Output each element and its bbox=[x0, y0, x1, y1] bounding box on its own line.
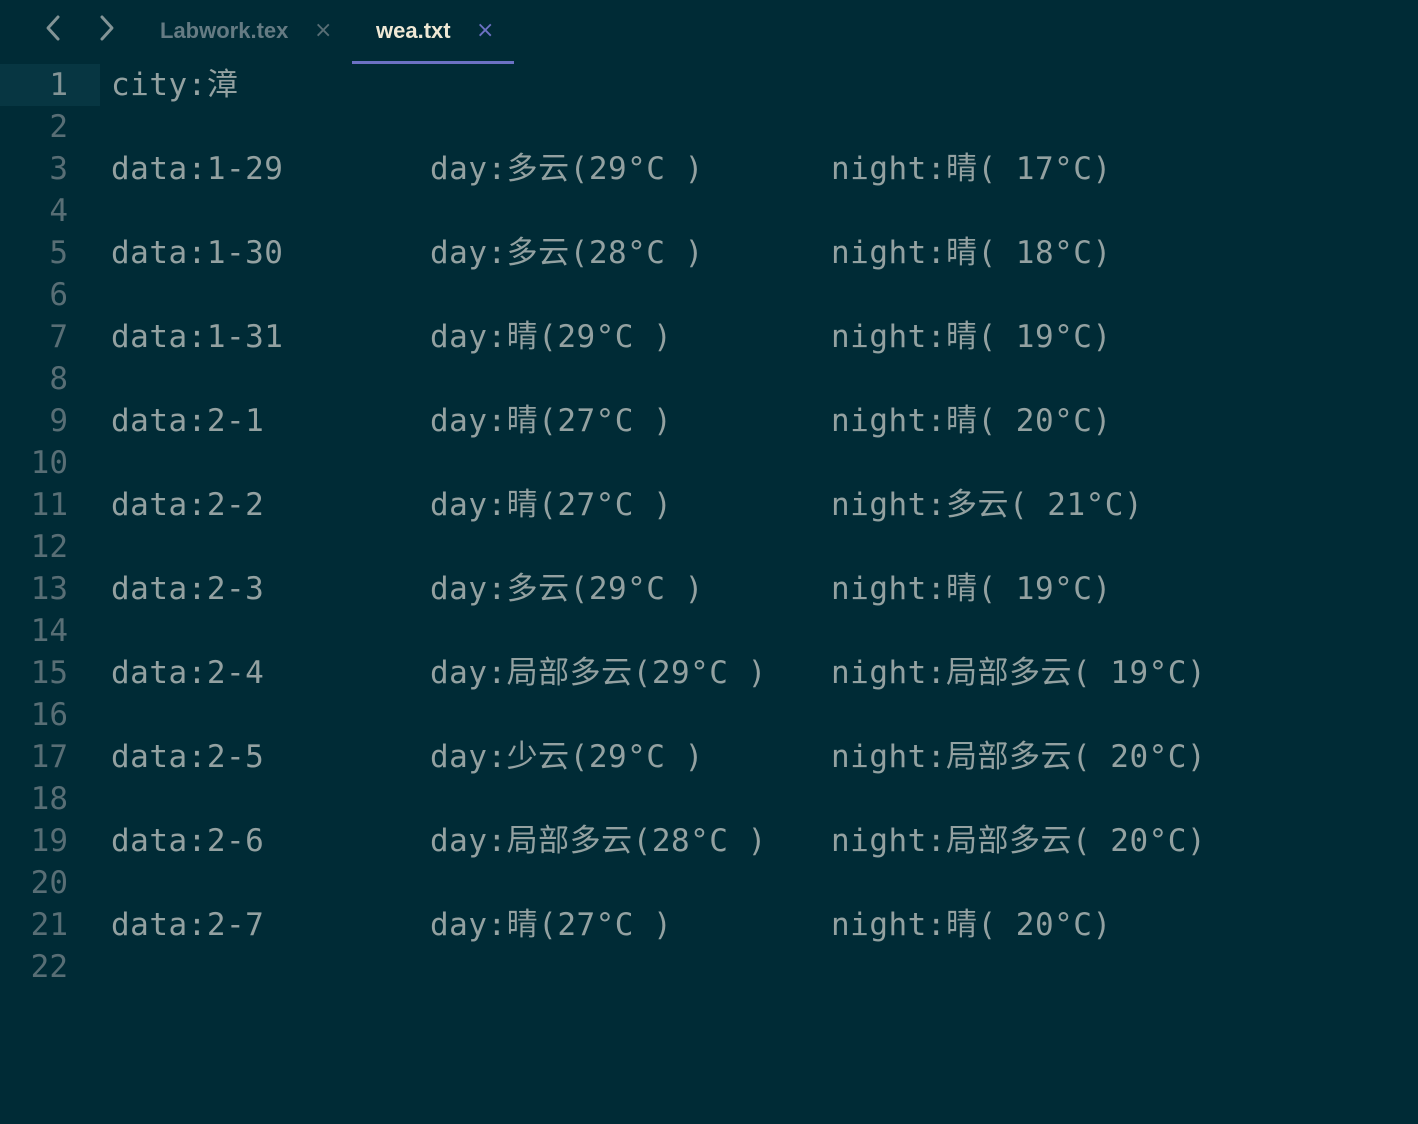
line-number: 22 bbox=[30, 949, 68, 985]
night-weather-text: night:晴( 17°C) bbox=[831, 151, 1112, 187]
day-weather-text: day:晴(27°C ) bbox=[430, 487, 673, 523]
line-number: 8 bbox=[49, 361, 68, 397]
line-number: 6 bbox=[49, 277, 68, 313]
night-weather-text: night:晴( 20°C) bbox=[831, 403, 1112, 439]
day-weather-text: day:晴(27°C ) bbox=[430, 403, 673, 439]
line-number: 13 bbox=[30, 571, 68, 607]
editor-line[interactable]: 13 data:2-3 day:多云(29°C ) night:晴( 19°C) bbox=[0, 568, 1418, 610]
date-text: city:漳 bbox=[111, 67, 239, 103]
day-weather-text: day:多云(29°C ) bbox=[430, 151, 704, 187]
day-weather-text: day:少云(29°C ) bbox=[430, 739, 704, 775]
tab-bar: Labwork.tex × wea.txt × bbox=[0, 0, 1418, 64]
editor-line[interactable]: 12 bbox=[0, 526, 1418, 568]
line-number: 12 bbox=[30, 529, 68, 565]
editor-line[interactable]: 19 data:2-6 day:局部多云(28°C ) night:局部多云( 20°… bbox=[0, 820, 1418, 862]
line-number: 11 bbox=[30, 487, 68, 523]
editor-line[interactable]: 6 bbox=[0, 274, 1418, 316]
line-number: 7 bbox=[49, 319, 68, 355]
night-weather-text: night:局部多云( 19°C) bbox=[831, 655, 1207, 691]
line-number: 1 bbox=[49, 67, 68, 103]
date-text: data:2-3 bbox=[111, 571, 265, 607]
editor-line[interactable]: 20 bbox=[0, 862, 1418, 904]
tab-labwork-tex[interactable]: Labwork.tex × bbox=[148, 0, 344, 64]
editor-line[interactable]: 18 bbox=[0, 778, 1418, 820]
text-editor[interactable]: 1 city:漳 2 3 data:1-29 day:多云(29°C ) night:晴( … bbox=[0, 64, 1418, 1124]
chevron-right-icon[interactable] bbox=[95, 12, 119, 44]
line-number: 10 bbox=[30, 445, 68, 481]
chevron-left-icon[interactable] bbox=[41, 12, 65, 44]
editor-line[interactable]: 1 city:漳 bbox=[0, 64, 1418, 106]
line-number: 5 bbox=[49, 235, 68, 271]
date-text: data:2-5 bbox=[111, 739, 265, 775]
line-number: 19 bbox=[30, 823, 68, 859]
date-text: data:2-6 bbox=[111, 823, 265, 859]
night-weather-text: night:多云( 21°C) bbox=[831, 487, 1144, 523]
editor-line[interactable]: 15 data:2-4 day:局部多云(29°C ) night:局部多云( 19°… bbox=[0, 652, 1418, 694]
date-text: data:2-1 bbox=[111, 403, 265, 439]
night-weather-text: night:局部多云( 20°C) bbox=[831, 823, 1207, 859]
day-weather-text: day:局部多云(28°C ) bbox=[430, 823, 767, 859]
day-weather-text: day:晴(29°C ) bbox=[430, 319, 673, 355]
editor-line[interactable]: 22 bbox=[0, 946, 1418, 988]
tab-wea-txt[interactable]: wea.txt × bbox=[352, 0, 514, 64]
night-weather-text: night:晴( 19°C) bbox=[831, 319, 1112, 355]
editor-line[interactable]: 8 bbox=[0, 358, 1418, 400]
date-text: data:2-2 bbox=[111, 487, 265, 523]
line-number: 2 bbox=[49, 109, 68, 145]
date-text: data:2-7 bbox=[111, 907, 265, 943]
line-number: 18 bbox=[30, 781, 68, 817]
night-weather-text: night:晴( 20°C) bbox=[831, 907, 1112, 943]
date-text: data:2-4 bbox=[111, 655, 265, 691]
line-number: 9 bbox=[49, 403, 68, 439]
editor-line[interactable]: 2 bbox=[0, 106, 1418, 148]
editor-line[interactable]: 17 data:2-5 day:少云(29°C ) night:局部多云( 20°C) bbox=[0, 736, 1418, 778]
editor-line[interactable]: 4 bbox=[0, 190, 1418, 232]
date-text: data:1-31 bbox=[111, 319, 284, 355]
date-text: data:1-29 bbox=[111, 151, 284, 187]
editor-line[interactable]: 3 data:1-29 day:多云(29°C ) night:晴( 17°C) bbox=[0, 148, 1418, 190]
line-number: 15 bbox=[30, 655, 68, 691]
day-weather-text: day:晴(27°C ) bbox=[430, 907, 673, 943]
editor-line[interactable]: 7 data:1-31 day:晴(29°C ) night:晴( 19°C) bbox=[0, 316, 1418, 358]
night-weather-text: night:晴( 19°C) bbox=[831, 571, 1112, 607]
close-icon[interactable]: × bbox=[314, 19, 332, 43]
editor-line[interactable]: 14 bbox=[0, 610, 1418, 652]
line-number: 14 bbox=[30, 613, 68, 649]
day-weather-text: day:多云(28°C ) bbox=[430, 235, 704, 271]
line-number: 17 bbox=[30, 739, 68, 775]
line-number: 21 bbox=[30, 907, 68, 943]
editor-line[interactable]: 11 data:2-2 day:晴(27°C ) night:多云( 21°C) bbox=[0, 484, 1418, 526]
close-icon[interactable]: × bbox=[476, 19, 494, 43]
tab-label: Labwork.tex bbox=[160, 18, 289, 43]
line-number: 20 bbox=[30, 865, 68, 901]
editor-line[interactable]: 21 data:2-7 day:晴(27°C ) night:晴( 20°C) bbox=[0, 904, 1418, 946]
tab-label: wea.txt bbox=[376, 18, 451, 43]
day-weather-text: day:多云(29°C ) bbox=[430, 571, 704, 607]
editor-line[interactable]: 10 bbox=[0, 442, 1418, 484]
night-weather-text: night:局部多云( 20°C) bbox=[831, 739, 1207, 775]
editor-line[interactable]: 9 data:2-1 day:晴(27°C ) night:晴( 20°C) bbox=[0, 400, 1418, 442]
night-weather-text: night:晴( 18°C) bbox=[831, 235, 1112, 271]
editor-line[interactable]: 16 bbox=[0, 694, 1418, 736]
editor-line[interactable]: 5 data:1-30 day:多云(28°C ) night:晴( 18°C) bbox=[0, 232, 1418, 274]
line-number: 16 bbox=[30, 697, 68, 733]
line-number: 3 bbox=[49, 151, 68, 187]
day-weather-text: day:局部多云(29°C ) bbox=[430, 655, 767, 691]
date-text: data:1-30 bbox=[111, 235, 284, 271]
line-number: 4 bbox=[49, 193, 68, 229]
